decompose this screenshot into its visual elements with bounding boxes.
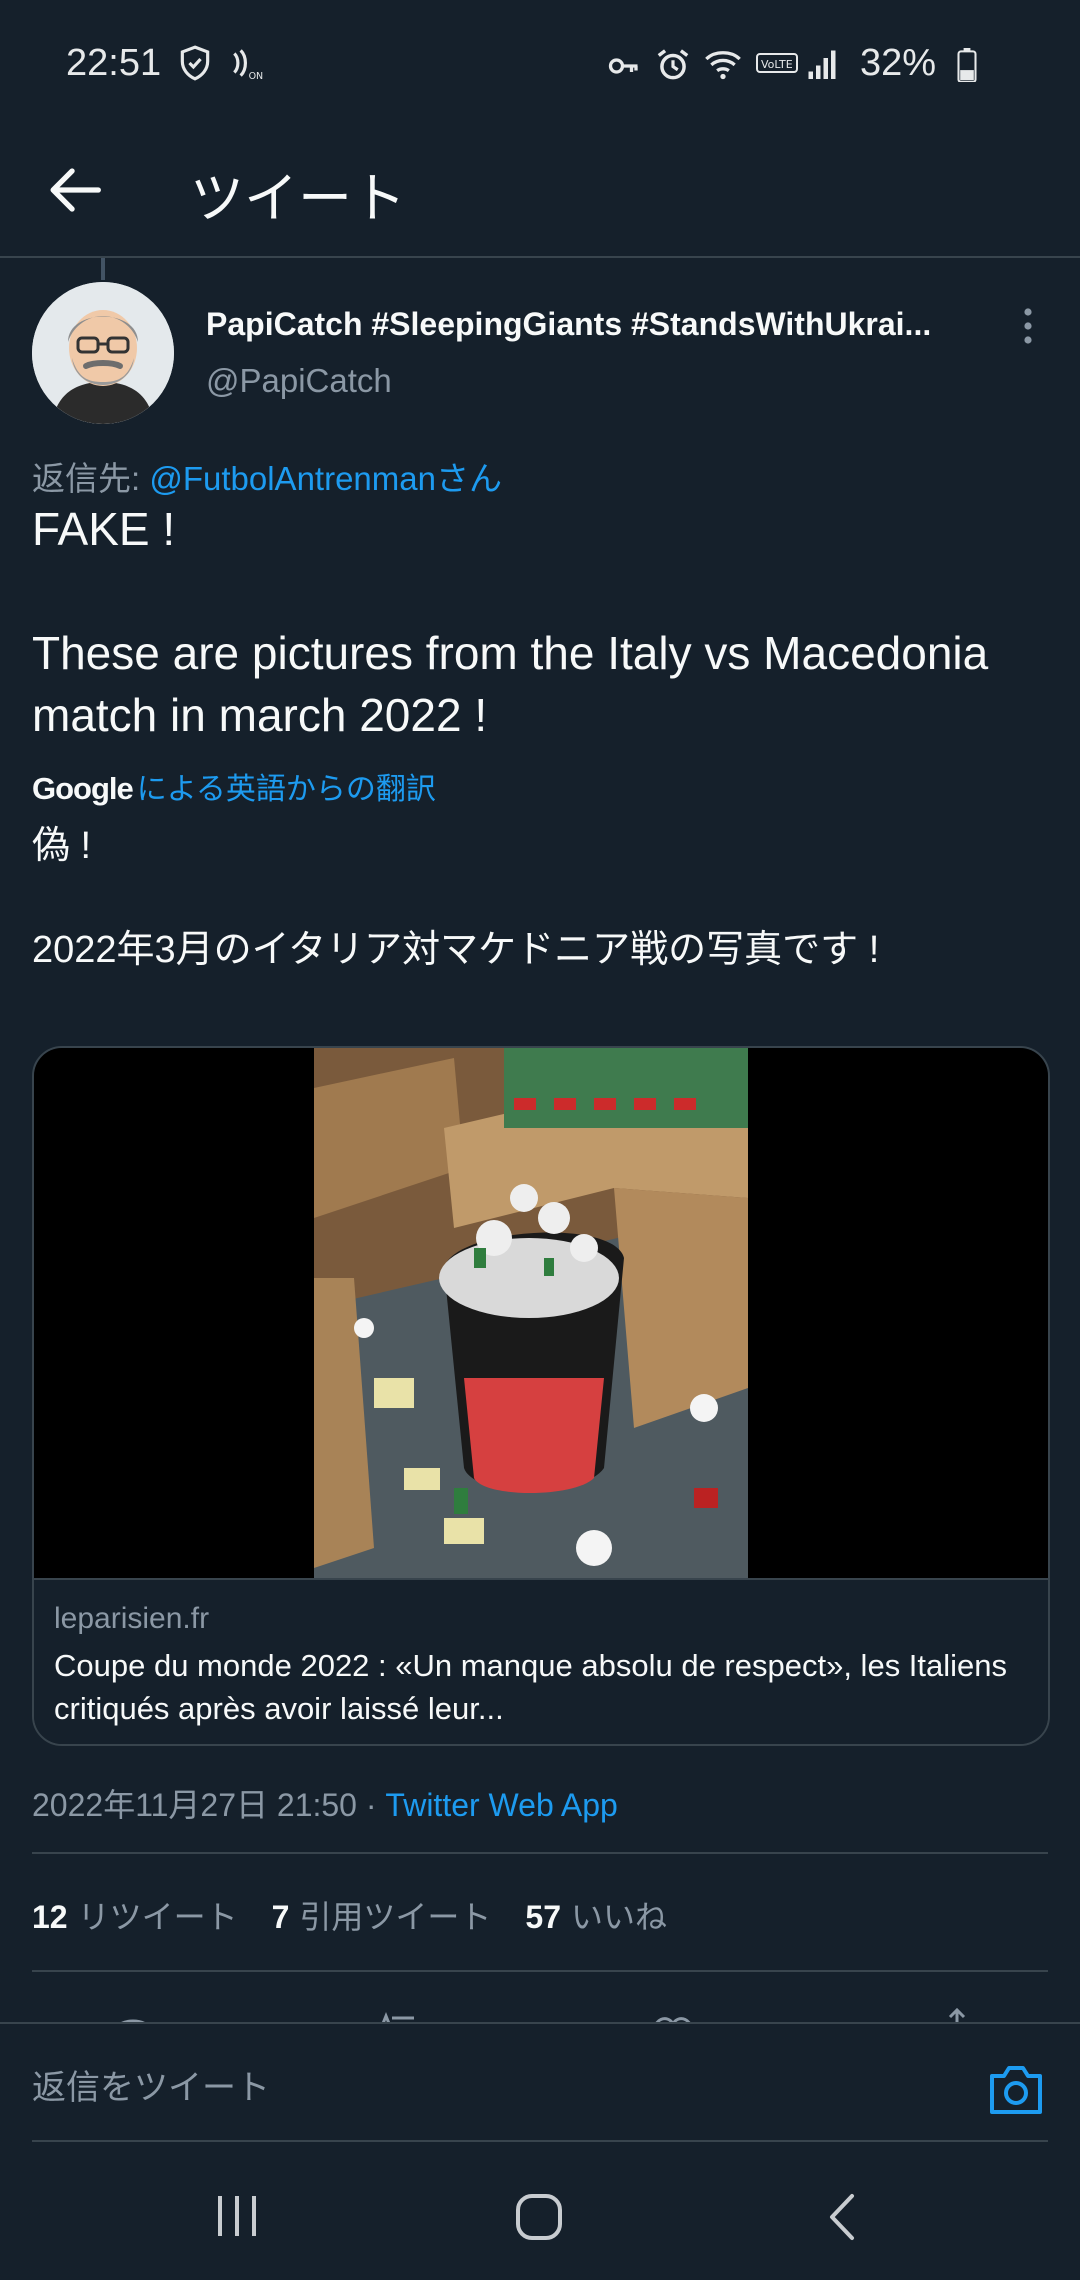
tweet-timestamp: 2022年11月27日 21:50 · Twitter Web App [32,1780,618,1826]
arrow-left-icon [50,168,101,212]
card-domain: leparisien.fr [54,1602,210,1635]
more-vertical-icon [1024,308,1032,344]
shield-icon [180,45,210,81]
translated-text: 偽 ! 2022年3月のイタリア対マケドニア戦の写真です ! [32,825,880,971]
home-icon [516,2194,562,2240]
more-options-button[interactable] [1010,306,1046,346]
back-button[interactable] [40,155,110,225]
quote-label: 引用ツイート [299,1899,492,1935]
tweet-text: FAKE ! These are pictures from the Italy… [32,503,989,741]
top-app-bar: ツイート [0,120,1080,258]
system-back-button[interactable] [822,2192,862,2242]
like-stat[interactable]: 57 いいね [525,1892,667,1938]
reply-to-prefix: 返信先: [32,460,150,497]
retweet-stat[interactable]: 12 リツイート [32,1892,238,1938]
system-nav-bar [0,2142,1080,2280]
battery-icon [957,48,977,82]
page-title: ツイート [190,169,406,229]
retweet-label: リツイート [77,1899,238,1935]
translation-attribution: Google による英語からの翻訳 [32,764,436,808]
timestamp-separator: · [356,1787,386,1823]
status-left-icons: ON [176,44,266,82]
engagement-stats: 12 リツイート 7 引用ツイート 57 いいね [32,1892,667,1938]
card-media [34,1048,1048,1578]
reply-input[interactable]: 返信をツイート [32,2060,270,2109]
wifi-icon [705,51,741,80]
key-icon [608,58,638,74]
quote-count: 7 [271,1899,290,1935]
author-name[interactable]: PapiCatch #SleepingGiants #StandsWithUkr… [206,306,976,343]
chevron-left-icon [830,2194,854,2240]
timestamp-text: 2022年11月27日 21:50 [32,1787,357,1823]
card-title: Coupe du monde 2022 : «Un manque absolu … [54,1648,1008,1726]
retweet-count: 12 [32,1899,68,1935]
like-count: 57 [525,1899,562,1935]
author-handle[interactable]: @PapiCatch [206,362,392,400]
nfc-icon: ON [233,49,264,82]
battery-percent: 32% [860,42,937,84]
like-label: いいね [571,1899,668,1935]
retweet-icon[interactable] [372,2006,422,2022]
svg-text:ON: ON [249,71,264,82]
divider [32,1970,1048,1972]
card-photo [314,1048,748,1578]
recents-icon [218,2196,256,2236]
client-link[interactable]: Twitter Web App [385,1787,617,1823]
google-logo: Google [32,771,134,806]
avatar[interactable] [32,282,174,424]
reply-to-line: 返信先: @FutbolAntrenmanさん [32,452,502,500]
camera-icon [990,2066,1042,2114]
card-image [314,1048,748,1578]
alarm-icon [657,49,689,80]
like-icon[interactable] [648,2006,698,2022]
reply-mention-link[interactable]: @FutbolAntrenmanさん [149,460,502,497]
quote-stat[interactable]: 7 引用ツイート [272,1892,492,1938]
divider [32,1852,1048,1854]
status-time: 22:51 [66,42,162,84]
reply-composer: 返信をツイート [0,2022,1080,2143]
avatar-image [32,282,174,424]
home-button[interactable] [514,2192,564,2242]
svg-text:VoLTE: VoLTE [761,58,793,71]
translation-label-link[interactable]: による英語からの翻訳 [137,764,436,808]
recents-button[interactable] [212,2194,262,2238]
thread-connector [101,258,105,280]
status-right-icons: VoLTE 32% [560,40,1080,90]
reply-icon[interactable] [108,2006,158,2022]
share-icon[interactable] [942,2006,972,2022]
card-body: leparisien.fr Coupe du monde 2022 : «Un … [34,1578,1048,1744]
signal-icon [808,50,836,79]
tweet-actions [0,2000,1080,2022]
link-card[interactable]: leparisien.fr Coupe du monde 2022 : «Un … [32,1046,1050,1746]
camera-button[interactable] [986,2062,1046,2118]
status-bar: 22:51 ON VoLTE 32% [0,0,1080,120]
volte-icon: VoLTE [756,53,798,73]
